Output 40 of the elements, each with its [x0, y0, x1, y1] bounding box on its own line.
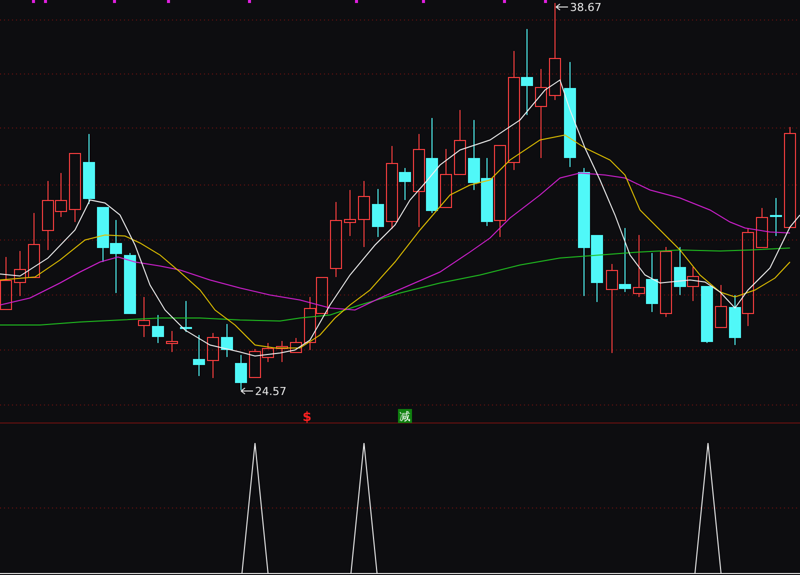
- candlestick: [468, 120, 480, 190]
- candlestick: [770, 198, 782, 236]
- candlestick: [646, 252, 658, 312]
- candlestick: [28, 212, 40, 278]
- candlestick: [674, 246, 686, 296]
- candlestick: [276, 340, 288, 362]
- candlestick: [290, 338, 302, 353]
- candlestick: [180, 300, 192, 332]
- candlestick: [756, 208, 768, 248]
- candlestick: [633, 234, 645, 298]
- candlestick: [138, 296, 150, 338]
- candlestick: [454, 110, 466, 175]
- sell-signal-mark: $: [302, 410, 312, 425]
- low-price-label: 24.57: [255, 385, 286, 398]
- candlestick: [83, 134, 95, 204]
- candlestick: [372, 188, 384, 238]
- candlestick: [344, 190, 356, 236]
- high-price-label: 38.67: [570, 1, 602, 14]
- candlestick: [207, 332, 219, 378]
- candlestick: [97, 206, 109, 262]
- leader-arrow: [556, 4, 568, 10]
- candlestick: [69, 152, 81, 222]
- candlestick: [221, 324, 233, 358]
- candlestick: [358, 180, 370, 248]
- reduce-signal-tag: 减: [398, 409, 412, 423]
- candlestick: [660, 246, 672, 318]
- candlestick: [0, 256, 12, 310]
- candlestick: [440, 148, 452, 208]
- candlestick: [687, 266, 699, 302]
- candlestick: [152, 314, 164, 344]
- candlestick: [235, 354, 247, 390]
- candlestick: [701, 286, 713, 344]
- leader-arrow: [240, 388, 254, 394]
- candlestick: [193, 334, 205, 376]
- candlestick: [715, 284, 727, 328]
- candlestick: [14, 250, 26, 296]
- candlestick: [481, 158, 493, 226]
- candlestick: [166, 330, 178, 352]
- candlestick: [124, 252, 136, 314]
- candlestick: [619, 228, 631, 292]
